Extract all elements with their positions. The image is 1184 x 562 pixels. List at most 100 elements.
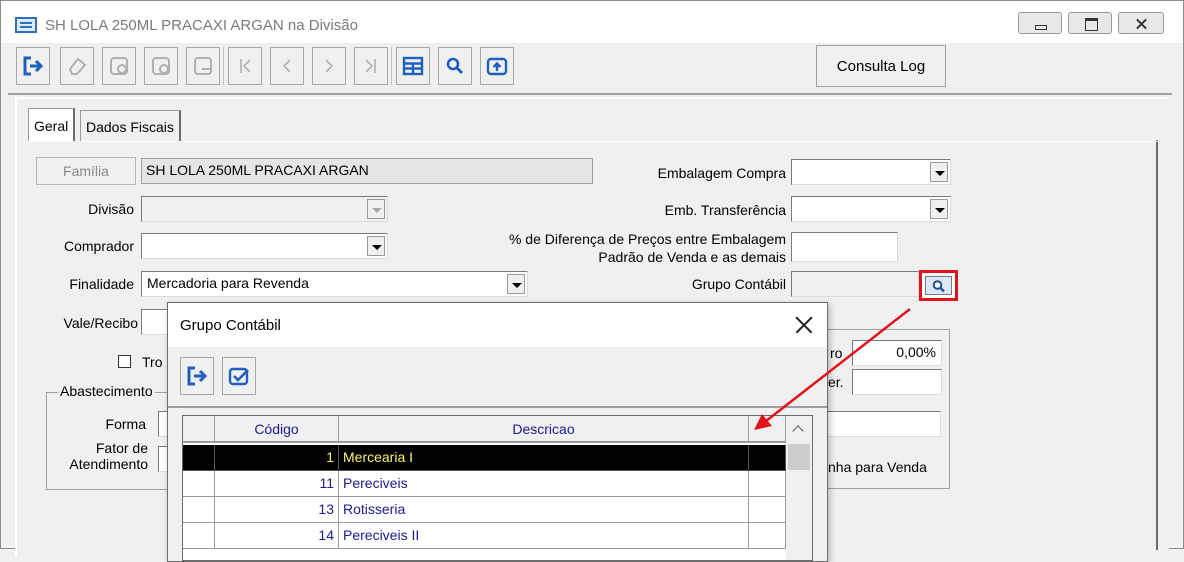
fator-atendimento-label: Fator de Atendimento xyxy=(69,440,148,472)
grupo-contabil-search-button[interactable] xyxy=(919,270,958,301)
search-button[interactable] xyxy=(438,47,472,85)
first-icon xyxy=(240,59,251,73)
dialog-exit-button[interactable] xyxy=(180,357,214,395)
export-button[interactable] xyxy=(480,47,514,85)
chevron-down-icon xyxy=(930,199,948,219)
clear-button[interactable] xyxy=(60,47,94,85)
delete-record-icon xyxy=(194,57,212,75)
diferenca-precos-field[interactable] xyxy=(791,232,898,262)
save-record-button[interactable] xyxy=(144,47,178,85)
grid-icon xyxy=(402,56,424,76)
toolbar-separator xyxy=(391,47,392,85)
forma-label: Forma xyxy=(105,416,146,432)
column-header-descricao[interactable]: Descricao xyxy=(339,416,749,443)
next-icon xyxy=(325,59,334,73)
prev-icon xyxy=(282,59,291,73)
row-indicator xyxy=(183,497,215,523)
last-record-button[interactable] xyxy=(354,47,388,85)
comprador-label: Comprador xyxy=(63,238,134,254)
grupo-contabil-field xyxy=(791,271,919,297)
dialog-close-button[interactable] xyxy=(792,313,816,337)
delete-record-button[interactable] xyxy=(186,47,220,85)
row-indicator xyxy=(183,523,215,549)
right-field-2[interactable] xyxy=(852,369,942,395)
embalagem-compra-select[interactable] xyxy=(791,159,951,185)
diferenca-precos-label: % de Diferença de Preços entre Embalagem… xyxy=(508,231,786,265)
dialog-confirm-button[interactable] xyxy=(222,357,256,395)
search-icon xyxy=(446,57,464,75)
app-window-icon xyxy=(15,17,37,33)
new-record-icon xyxy=(110,57,128,75)
finalidade-value: Mercadoria para Revenda xyxy=(147,275,309,291)
emb-transferencia-select[interactable] xyxy=(791,196,951,222)
exit-button[interactable] xyxy=(16,47,50,85)
tab-dados-fiscais[interactable]: Dados Fiscais xyxy=(80,110,181,142)
tro-checkbox[interactable] xyxy=(118,355,131,368)
grid-indicator-header xyxy=(183,416,215,443)
emb-transferencia-label: Emb. Transferência xyxy=(664,202,786,218)
consulta-log-button[interactable]: Consulta Log xyxy=(816,45,946,87)
extra-cell xyxy=(749,471,786,497)
tab-content-border xyxy=(28,141,1158,142)
codigo-cell: 14 xyxy=(215,523,339,549)
dialog-toolbar-divider xyxy=(168,406,827,408)
chevron-down-icon xyxy=(367,236,385,256)
tro-label: Tro xyxy=(142,354,163,370)
codigo-cell: 1 xyxy=(215,445,339,471)
save-record-icon xyxy=(152,57,170,75)
next-record-button[interactable] xyxy=(312,47,346,85)
toolbar-divider xyxy=(8,93,1172,95)
grupo-contabil-grid: Código Descricao 1 Mercearia I 11 Pereci… xyxy=(182,415,813,561)
table-row[interactable]: 13 Rotisseria xyxy=(183,497,786,523)
table-row[interactable]: 1 Mercearia I xyxy=(183,445,786,471)
grid-view-button[interactable] xyxy=(396,47,430,85)
previous-record-button[interactable] xyxy=(270,47,304,85)
codigo-cell: 11 xyxy=(215,471,339,497)
toolbar-separator xyxy=(223,47,224,85)
vale-recibo-label: Vale/Recibo xyxy=(63,315,138,331)
extra-cell xyxy=(749,497,786,523)
divisao-label: Divisão xyxy=(88,201,134,217)
column-header-codigo[interactable]: Código xyxy=(215,416,339,443)
chevron-down-icon xyxy=(930,162,948,182)
right-partial-label-1: ro xyxy=(830,345,843,361)
close-window-button[interactable] xyxy=(1118,12,1164,34)
descricao-cell: Mercearia I xyxy=(339,445,749,471)
grupo-contabil-label: Grupo Contábil xyxy=(691,276,786,292)
grid-scrollbar[interactable] xyxy=(786,416,812,560)
scroll-thumb[interactable] xyxy=(788,444,810,470)
maximize-button[interactable] xyxy=(1068,12,1112,34)
grid-extra-header xyxy=(749,416,786,443)
dialog-title: Grupo Contábil xyxy=(180,317,281,334)
tab-geral[interactable]: Geral xyxy=(28,108,76,142)
finalidade-select[interactable]: Mercadoria para Revenda xyxy=(141,271,528,297)
scroll-up-icon[interactable] xyxy=(786,416,812,443)
exit-icon xyxy=(187,366,208,386)
row-indicator xyxy=(183,471,215,497)
descricao-cell: Pereciveis II xyxy=(339,523,749,549)
window-title: SH LOLA 250ML PRACAXI ARGAN na Divisão xyxy=(45,17,358,34)
first-record-button[interactable] xyxy=(228,47,262,85)
export-icon xyxy=(486,57,508,76)
right-field-3[interactable] xyxy=(816,411,941,437)
table-row[interactable]: 11 Pereciveis xyxy=(183,471,786,497)
grupo-contabil-dialog: Grupo Contábil Código Descricao 1 Mercea… xyxy=(167,302,828,562)
right-partial-label-3: nha para Venda xyxy=(828,459,927,475)
search-icon xyxy=(932,279,945,292)
minimize-button[interactable] xyxy=(1018,12,1062,34)
descricao-cell: Pereciveis xyxy=(339,471,749,497)
familia-field: SH LOLA 250ML PRACAXI ARGAN xyxy=(141,158,593,184)
right-percent-field[interactable]: 0,00% xyxy=(852,340,942,366)
extra-cell xyxy=(749,523,786,549)
divisao-select[interactable] xyxy=(141,196,388,222)
table-row[interactable]: 14 Pereciveis II xyxy=(183,523,786,549)
new-record-button[interactable] xyxy=(102,47,136,85)
codigo-cell: 13 xyxy=(215,497,339,523)
descricao-cell: Rotisseria xyxy=(339,497,749,523)
extra-cell xyxy=(749,445,786,471)
familia-button[interactable]: Família xyxy=(36,157,136,185)
comprador-select[interactable] xyxy=(141,233,388,259)
panel-border xyxy=(1156,140,1158,550)
finalidade-label: Finalidade xyxy=(69,276,134,292)
eraser-icon xyxy=(68,57,87,75)
